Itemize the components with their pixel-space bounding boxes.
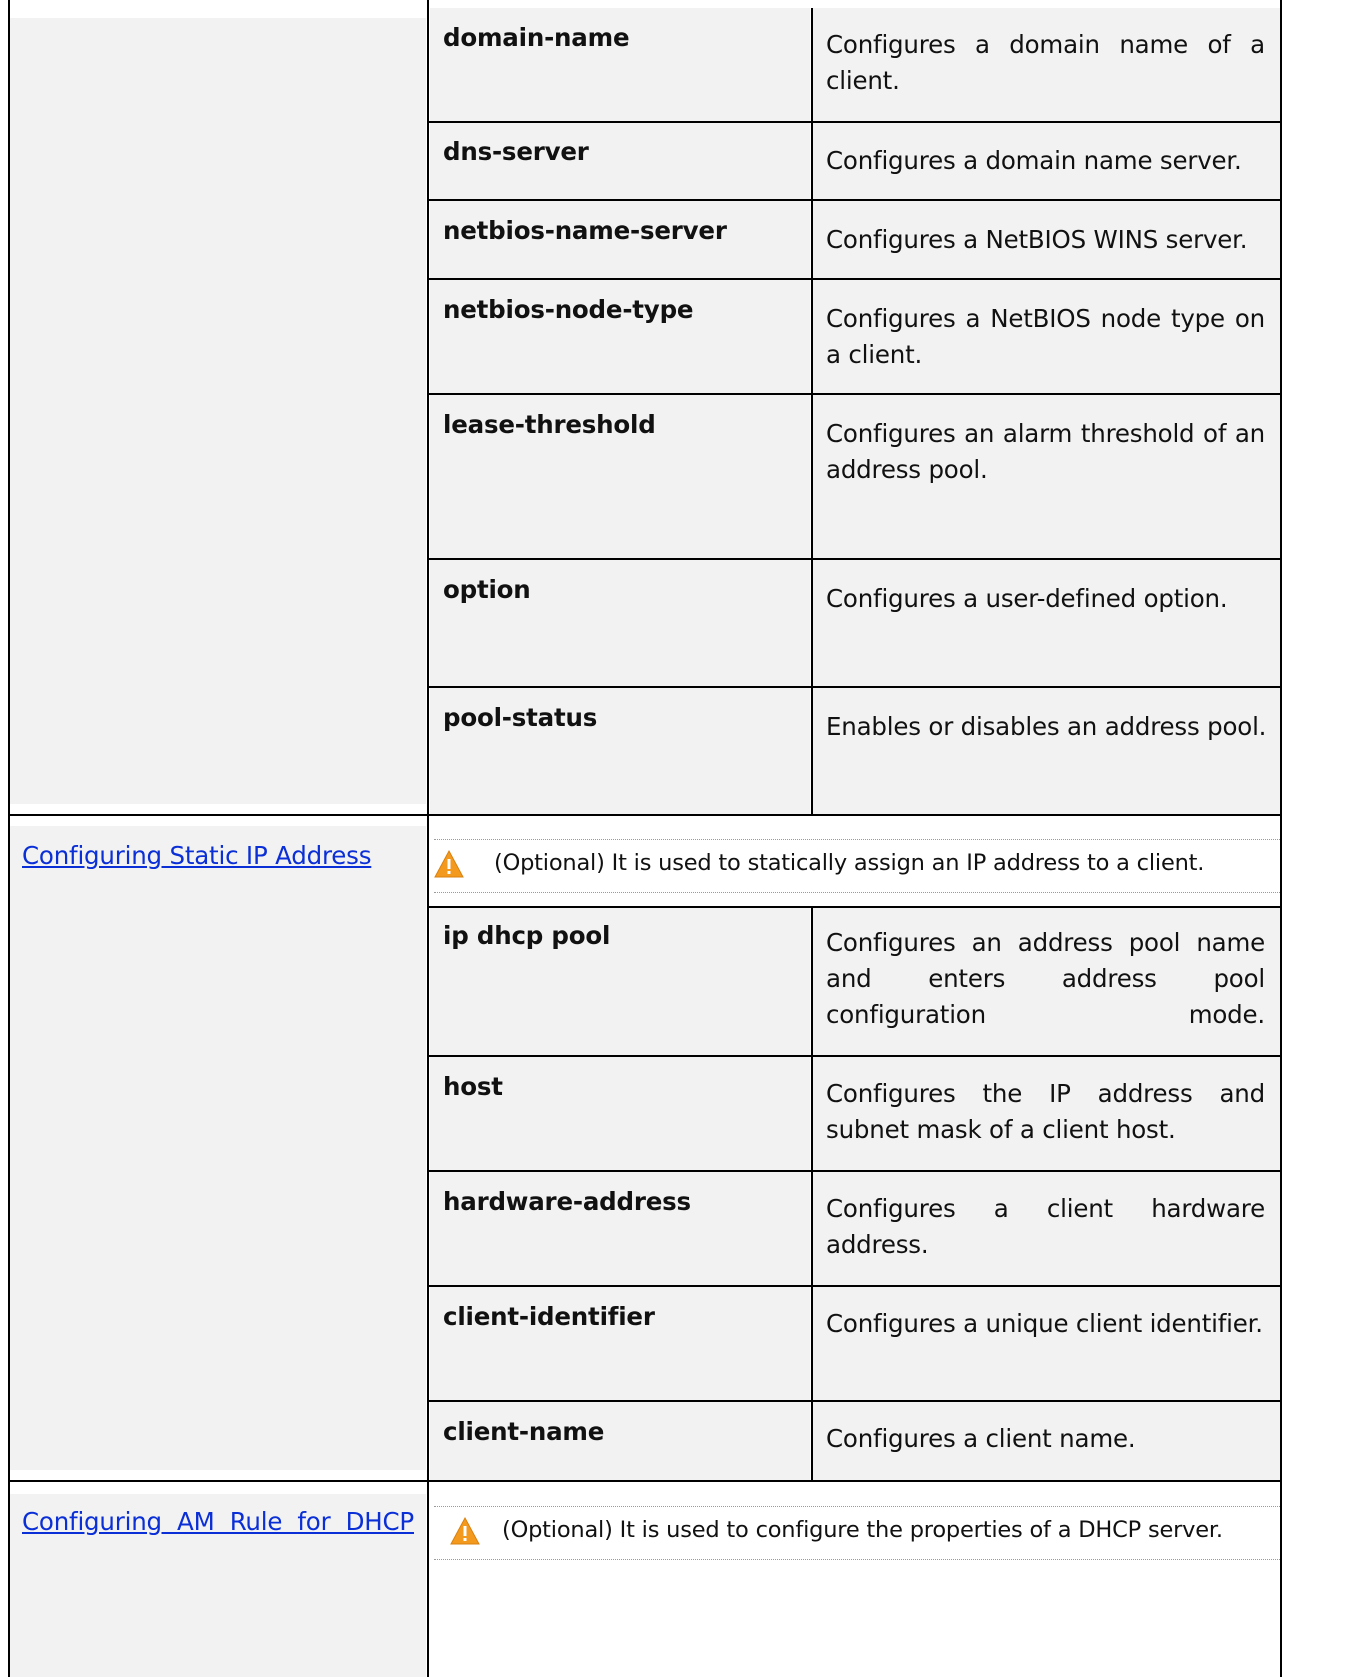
optional-note: (Optional) It is used to configure the p… <box>434 1506 1280 1560</box>
note-text: (Optional) It is used to statically assi… <box>494 850 1205 876</box>
section-divider <box>10 1480 1280 1482</box>
row-divider <box>429 558 1280 560</box>
row-divider <box>429 906 1280 908</box>
command-description: Configures an address pool name and ente… <box>826 925 1265 1033</box>
command-description-text: Configures an address pool name and ente… <box>826 928 1265 1029</box>
command-description: Configures a unique client identifier. <box>826 1309 1263 1338</box>
command-name: netbios-node-type <box>443 295 694 324</box>
command-name: dns-server <box>443 137 589 166</box>
inner-column-divider <box>811 906 813 1480</box>
command-description: Configures a NetBIOS node type on a clie… <box>826 304 1265 369</box>
row-divider <box>429 1400 1280 1402</box>
command-description: Configures a NetBIOS WINS server. <box>826 225 1248 254</box>
note-text: (Optional) It is used to configure the p… <box>502 1517 1223 1543</box>
command-name: client-identifier <box>443 1302 655 1331</box>
table-right-border <box>1280 0 1282 1677</box>
command-description-text: Configures a domain name of a client. <box>826 30 1265 95</box>
command-description: Configures a domain name of a client. <box>826 27 1265 99</box>
row-divider <box>429 1285 1280 1287</box>
command-name: netbios-name-server <box>443 216 727 245</box>
table-left-border <box>8 0 10 1677</box>
configuring-am-rule-for-dhcp-link[interactable]: Configuring AM Rule for DHCP <box>22 1504 414 1540</box>
left-cell-shade <box>10 18 426 804</box>
row-divider <box>429 686 1280 688</box>
row-divider <box>429 278 1280 280</box>
command-name: domain-name <box>443 23 630 52</box>
note-bottom-border <box>434 1559 1280 1560</box>
command-description: Configures an alarm threshold of an addr… <box>826 419 1265 484</box>
note-top-border <box>434 839 1280 840</box>
command-name: host <box>443 1072 503 1101</box>
warning-triangle-icon <box>434 849 464 878</box>
inner-column-divider <box>811 8 813 814</box>
command-description: Configures a domain name server. <box>826 146 1242 175</box>
left-cell-shade <box>10 826 426 1470</box>
warning-triangle-icon <box>450 1516 480 1545</box>
command-name: pool-status <box>443 703 598 732</box>
description-cell-shade <box>813 8 1280 814</box>
row-divider <box>429 199 1280 201</box>
row-divider <box>429 393 1280 395</box>
command-name: ip dhcp pool <box>443 921 611 950</box>
command-name: hardware-address <box>443 1187 691 1216</box>
section-divider <box>10 814 1280 816</box>
command-name: lease-threshold <box>443 410 656 439</box>
command-description: Configures a client hardware address. <box>826 1194 1265 1259</box>
column-divider <box>427 0 429 1677</box>
command-description: Configures the IP address and subnet mas… <box>826 1079 1265 1144</box>
command-description: Configures a client name. <box>826 1424 1136 1453</box>
command-name: option <box>443 575 531 604</box>
row-divider <box>429 1170 1280 1172</box>
command-description: Enables or disables an address pool. <box>826 712 1267 741</box>
row-divider <box>429 121 1280 123</box>
row-divider <box>429 1055 1280 1057</box>
note-top-border <box>434 1506 1280 1507</box>
command-description: Configures a user-defined option. <box>826 584 1228 613</box>
note-bottom-border <box>434 892 1280 893</box>
command-name: client-name <box>443 1417 605 1446</box>
optional-note: (Optional) It is used to statically assi… <box>434 839 1280 893</box>
configuring-static-ip-address-link[interactable]: Configuring Static IP Address <box>22 838 371 874</box>
